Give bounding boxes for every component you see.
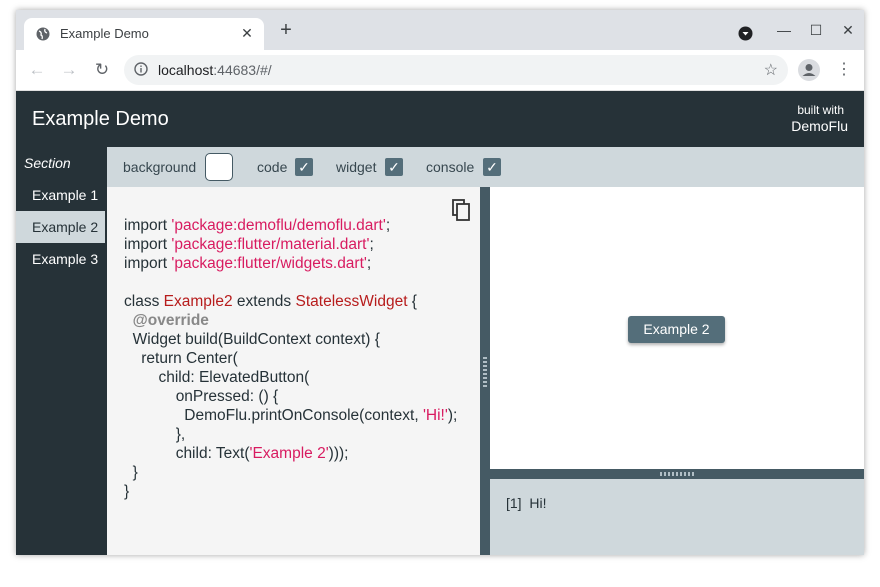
code-class-name: Example2 (163, 293, 233, 310)
info-icon[interactable] (134, 62, 148, 76)
code-panel: import 'package:demoflu/demoflu.dart'; i… (107, 187, 480, 555)
code-string: 'package:demoflu/demoflu.dart' (171, 217, 386, 234)
sidebar: Section Example 1 Example 2 Example 3 (16, 147, 107, 555)
code-token: ); (447, 407, 458, 424)
back-button[interactable]: ← (26, 59, 48, 81)
splitter-grip-icon (660, 472, 694, 476)
tab-close-icon[interactable]: ✕ (238, 24, 256, 42)
code-token: ; (369, 236, 374, 253)
code-token: extends (236, 293, 292, 310)
sidebar-section-label: Section (24, 155, 71, 171)
app-title: Example Demo (32, 108, 169, 130)
horizontal-splitter[interactable] (490, 469, 864, 479)
sidebar-item-example-3[interactable]: Example 3 (16, 243, 105, 275)
tab-search-icon[interactable] (738, 26, 753, 41)
profile-avatar-icon[interactable] (798, 59, 820, 81)
code-token: import (124, 255, 168, 272)
bookmark-star-icon[interactable]: ☆ (764, 60, 778, 80)
code-string: 'Example 2' (249, 445, 329, 462)
tab-title: Example Demo (60, 26, 149, 41)
address-bar[interactable]: localhost:44683/#/ ☆ (124, 55, 788, 85)
console-line: [1] Hi! (506, 495, 546, 511)
code-token: onPressed: () { (175, 388, 279, 405)
code-token: Widget build(BuildContext context) { (132, 331, 380, 348)
reload-button[interactable]: ↻ (91, 59, 113, 81)
widget-preview: Example 2 (490, 187, 864, 469)
splitter-grip-icon (483, 357, 487, 387)
code-token: Center( (186, 350, 238, 367)
sidebar-item-example-1[interactable]: Example 1 (16, 179, 105, 211)
url-host: localhost (158, 62, 214, 78)
code-token: import (124, 217, 168, 234)
code-token: }, (175, 426, 186, 443)
code-view: import 'package:demoflu/demoflu.dart'; i… (124, 217, 458, 500)
browser-window: Example Demo ✕ + — ☐ ✕ ← → ↻ localhost:4… (16, 10, 864, 555)
console-label: console (426, 159, 475, 175)
background-color-swatch[interactable] (205, 153, 233, 181)
window-close-button[interactable]: ✕ (840, 20, 856, 40)
code-annotation: @override (132, 312, 209, 329)
forward-button[interactable]: → (58, 59, 80, 81)
person-icon (802, 64, 816, 76)
code-class-name: StatelessWidget (295, 293, 408, 310)
code-token: return (141, 350, 182, 367)
code-token: ; (385, 217, 391, 234)
tab-strip: Example Demo ✕ + — ☐ ✕ (16, 10, 864, 50)
console-panel: [1] Hi! (490, 479, 864, 555)
widget-label: widget (336, 159, 377, 175)
demoflu-label: DemoFlu (791, 118, 848, 134)
sidebar-item-example-2[interactable]: Example 2 (16, 211, 105, 243)
code-token: child: ElevatedButton( (158, 369, 310, 386)
code-string: 'Hi!' (422, 407, 448, 424)
built-with-label: built with (797, 103, 844, 117)
code-string: 'package:flutter/material.dart' (171, 236, 370, 253)
code-token: } (124, 483, 130, 500)
code-string: 'package:flutter/widgets.dart' (171, 255, 367, 272)
console-checkbox[interactable]: ✓ (483, 158, 501, 176)
code-token: import (124, 236, 168, 253)
console-line-text: Hi! (529, 495, 547, 511)
code-checkbox[interactable]: ✓ (295, 158, 313, 176)
browser-menu-icon[interactable]: ⋮ (836, 59, 852, 81)
code-label: code (257, 159, 288, 175)
new-tab-button[interactable]: + (276, 20, 296, 40)
example-2-button[interactable]: Example 2 (628, 316, 725, 343)
browser-tab[interactable]: Example Demo ✕ (24, 18, 264, 50)
globe-icon (36, 27, 50, 41)
code-token: ))); (328, 445, 349, 462)
maximize-button[interactable]: ☐ (808, 20, 824, 40)
app-bar: Example Demo built with DemoFlu (16, 91, 864, 147)
minimize-button[interactable]: — (776, 20, 792, 40)
console-line-index: [1] (506, 495, 522, 511)
code-token: class (124, 293, 160, 310)
options-bar: background code ✓ widget ✓ console ✓ (107, 147, 864, 187)
code-token: child: Text( (175, 445, 250, 462)
background-label: background (123, 159, 197, 175)
code-token: DemoFlu.printOnConsole(context, (184, 407, 423, 424)
url-port-path: :44683/#/ (213, 62, 272, 78)
vertical-splitter[interactable] (480, 187, 490, 555)
code-token: ; (366, 255, 372, 272)
url-text: localhost:44683/#/ (158, 62, 272, 78)
browser-toolbar: ← → ↻ localhost:44683/#/ ☆ ⋮ (16, 50, 864, 91)
code-token: } (132, 464, 138, 481)
widget-checkbox[interactable]: ✓ (385, 158, 403, 176)
